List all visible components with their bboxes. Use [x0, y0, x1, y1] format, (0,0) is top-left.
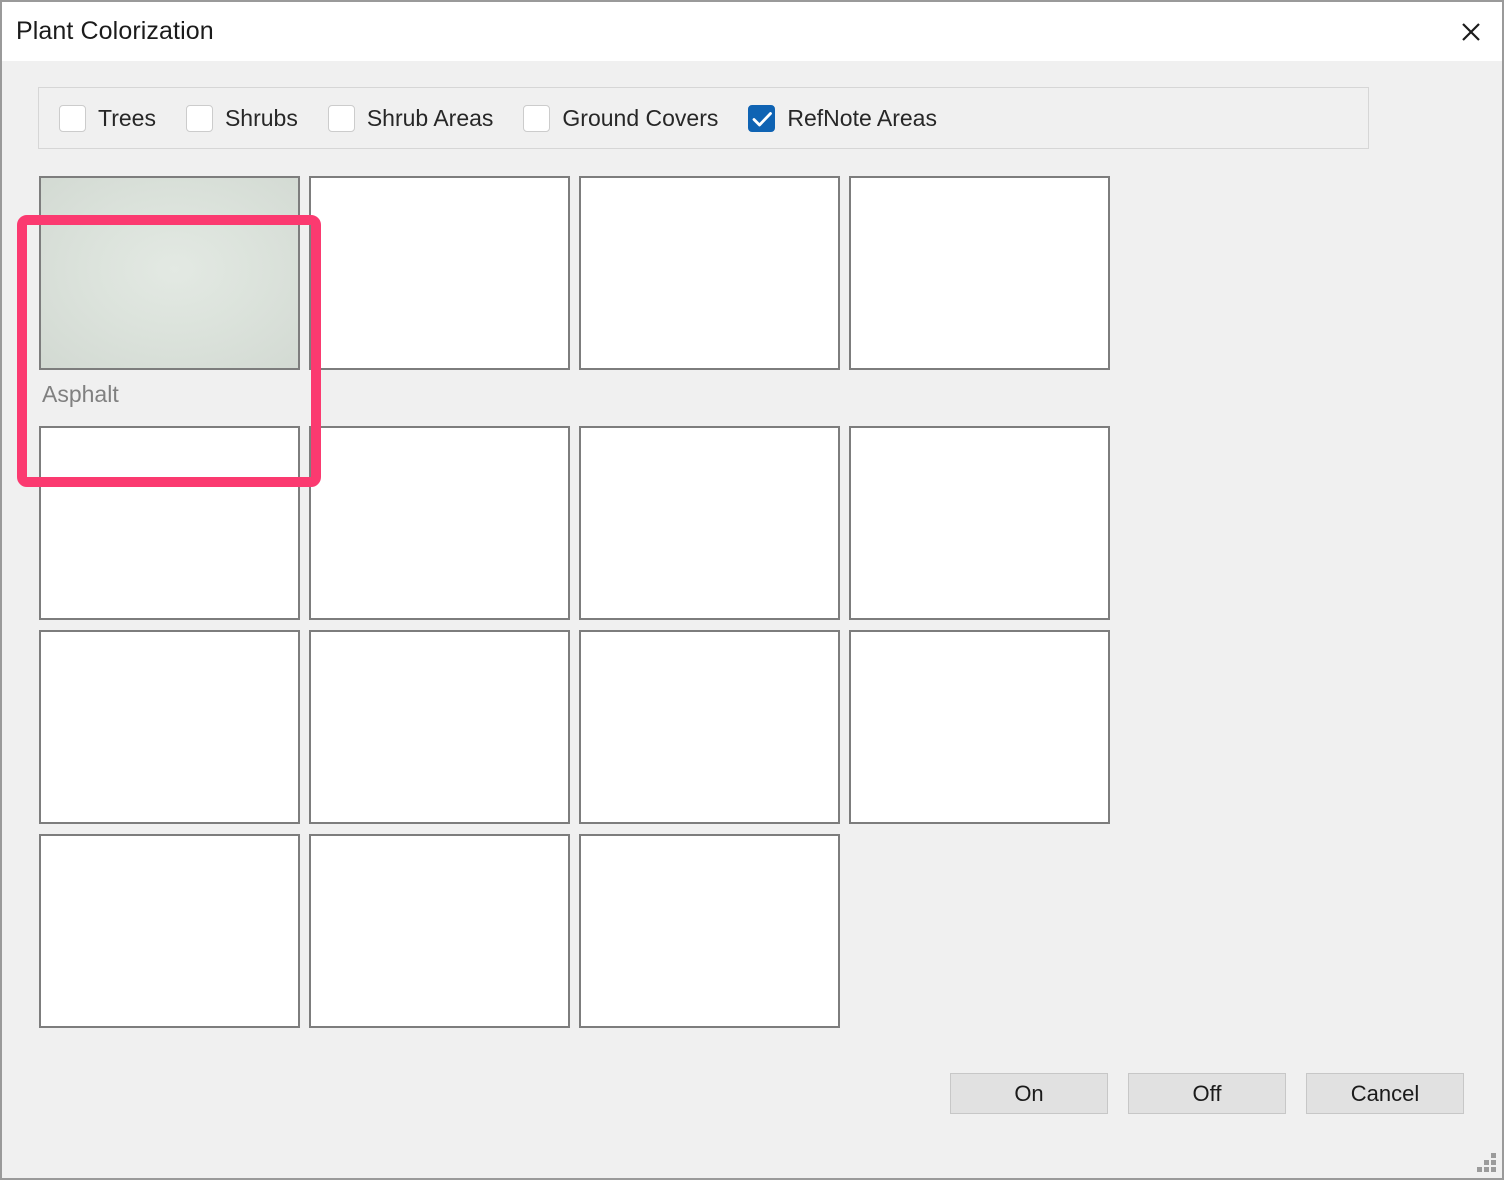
- close-button[interactable]: [1440, 2, 1502, 61]
- dialog-titlebar: Plant Colorization: [2, 2, 1502, 61]
- checkbox-label-shrub-areas: Shrub Areas: [366, 104, 494, 131]
- thumbnail-swatch-empty[interactable]: [579, 834, 840, 1028]
- checkbox-box-ground-covers[interactable]: [523, 104, 551, 132]
- dialog-body: Trees Shrubs Shrub Areas Ground Covers R…: [2, 61, 1502, 1178]
- checkbox-shrubs[interactable]: Shrubs: [185, 104, 298, 132]
- checkbox-label-shrubs: Shrubs: [224, 104, 298, 131]
- thumbnail-cell[interactable]: [39, 426, 300, 620]
- colorization-thumbnail-grid: Asphalt: [39, 176, 1372, 1028]
- thumbnail-swatch-empty[interactable]: [849, 176, 1110, 370]
- checkbox-box-shrubs[interactable]: [185, 104, 213, 132]
- checkbox-trees[interactable]: Trees: [59, 104, 156, 132]
- thumbnail-swatch-empty[interactable]: [309, 834, 570, 1028]
- thumbnail-cell[interactable]: [579, 834, 840, 1028]
- checkbox-label-trees: Trees: [98, 104, 156, 131]
- dialog-title: Plant Colorization: [16, 17, 214, 45]
- checkbox-label-ground-covers: Ground Covers: [562, 104, 719, 131]
- on-button[interactable]: On: [950, 1072, 1108, 1114]
- off-button[interactable]: Off: [1128, 1072, 1286, 1114]
- checkbox-shrub-areas[interactable]: Shrub Areas: [327, 104, 494, 132]
- checkbox-ground-covers[interactable]: Ground Covers: [523, 104, 719, 132]
- thumbnail-swatch-empty[interactable]: [39, 630, 300, 824]
- resize-grip-icon[interactable]: [1476, 1152, 1496, 1172]
- thumbnail-cell[interactable]: [309, 834, 570, 1028]
- thumbnail-cell-asphalt[interactable]: Asphalt: [39, 176, 300, 416]
- thumbnail-cell[interactable]: [39, 834, 300, 1028]
- thumbnail-cell[interactable]: [579, 630, 840, 824]
- plant-type-filter-panel: Trees Shrubs Shrub Areas Ground Covers R…: [38, 87, 1369, 149]
- thumbnail-swatch-empty[interactable]: [309, 426, 570, 620]
- checkbox-label-refnote-areas: RefNote Areas: [787, 104, 937, 131]
- thumbnail-cell[interactable]: [849, 630, 1110, 824]
- thumbnail-swatch-empty[interactable]: [39, 834, 300, 1028]
- checkbox-box-trees[interactable]: [59, 104, 86, 132]
- dialog-footer: On Off Cancel: [2, 1063, 1502, 1123]
- thumbnail-swatch-empty[interactable]: [849, 630, 1110, 824]
- plant-colorization-dialog: Plant Colorization Trees Shrubs Shrub Ar…: [0, 0, 1504, 1180]
- thumbnail-cell[interactable]: [579, 426, 840, 620]
- thumbnail-swatch-empty[interactable]: [39, 426, 300, 620]
- checkbox-refnote-areas[interactable]: RefNote Areas: [748, 104, 937, 132]
- thumbnail-cell[interactable]: [579, 176, 840, 370]
- thumbnail-swatch-empty[interactable]: [579, 630, 840, 824]
- thumbnail-swatch-empty[interactable]: [849, 426, 1110, 620]
- thumbnail-label-asphalt: Asphalt: [39, 372, 300, 416]
- thumbnail-swatch-empty[interactable]: [309, 176, 570, 370]
- thumbnail-cell[interactable]: [849, 426, 1110, 620]
- thumbnail-swatch-empty[interactable]: [309, 630, 570, 824]
- thumbnail-cell[interactable]: [849, 176, 1110, 370]
- thumbnail-swatch-asphalt[interactable]: [39, 176, 300, 370]
- checkbox-box-shrub-areas[interactable]: [327, 104, 355, 132]
- thumbnail-cell[interactable]: [39, 630, 300, 824]
- thumbnail-cell[interactable]: [309, 426, 570, 620]
- thumbnail-swatch-empty[interactable]: [579, 176, 840, 370]
- thumbnail-cell[interactable]: [309, 176, 570, 370]
- thumbnail-cell[interactable]: [309, 630, 570, 824]
- close-icon: [1460, 21, 1482, 43]
- thumbnail-swatch-empty[interactable]: [579, 426, 840, 620]
- cancel-button[interactable]: Cancel: [1306, 1072, 1464, 1114]
- checkbox-box-refnote-areas[interactable]: [748, 104, 776, 132]
